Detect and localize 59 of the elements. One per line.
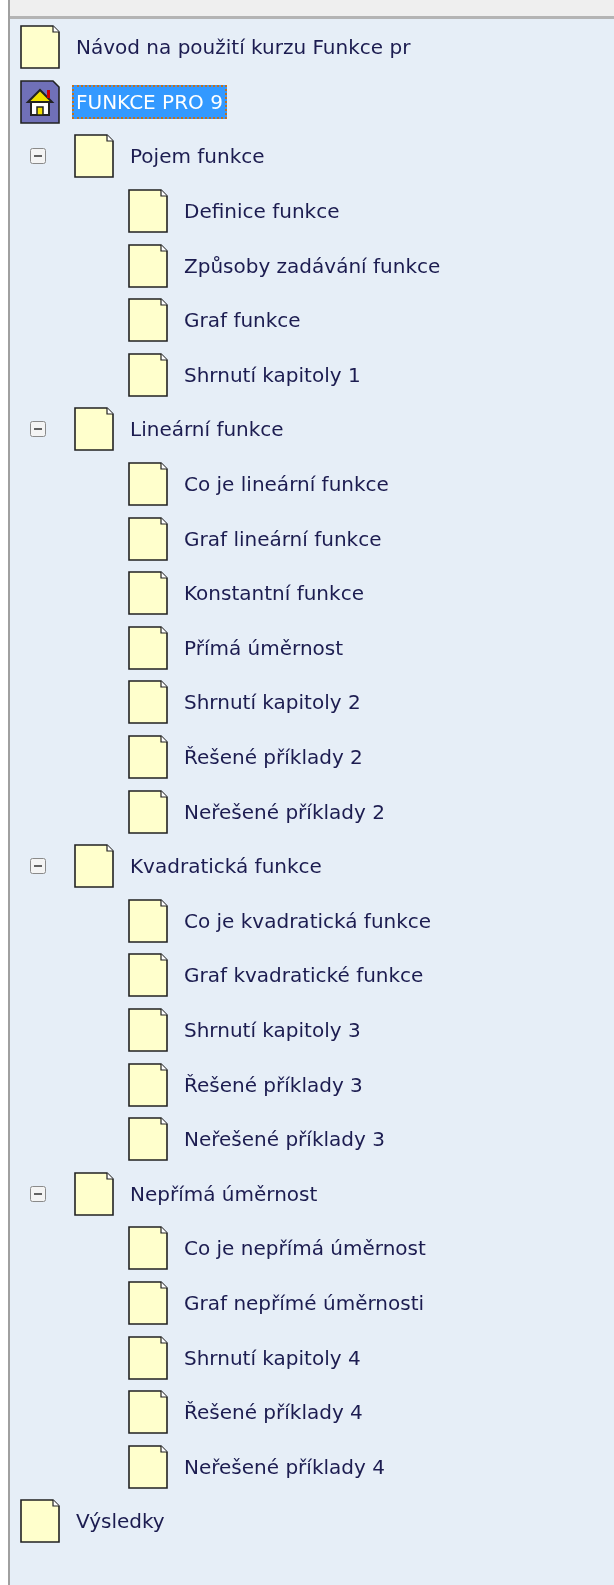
document-icon bbox=[74, 844, 114, 889]
collapse-toggle[interactable] bbox=[30, 148, 46, 165]
document-icon bbox=[128, 516, 168, 561]
tree-item[interactable]: Řešené příklady 4 bbox=[180, 1395, 367, 1430]
document-icon bbox=[128, 1117, 168, 1162]
document-icon bbox=[128, 298, 168, 343]
tree-item[interactable]: Způsoby zadávání funkce bbox=[180, 248, 445, 283]
tree-item[interactable]: Návod na použití kurzu Funkce pr bbox=[72, 30, 415, 65]
tree-item[interactable]: Pojem funkce bbox=[126, 139, 269, 174]
tree-item[interactable]: Výsledky bbox=[72, 1504, 169, 1539]
document-icon bbox=[74, 407, 114, 452]
collapse-toggle[interactable] bbox=[30, 858, 46, 875]
collapse-toggle[interactable] bbox=[30, 421, 46, 438]
tree-item[interactable]: Co je nepřímá úměrnost bbox=[180, 1231, 430, 1266]
tree-item[interactable]: Shrnutí kapitoly 1 bbox=[180, 357, 365, 392]
tree-item[interactable]: Kvadratická funkce bbox=[126, 849, 326, 884]
document-icon bbox=[20, 1499, 60, 1544]
document-icon bbox=[128, 243, 168, 288]
document-icon bbox=[128, 789, 168, 834]
tree-item[interactable]: Graf nepřímé úměrnosti bbox=[180, 1285, 429, 1320]
tree-item[interactable]: Konstantní funkce bbox=[180, 576, 368, 611]
document-icon bbox=[128, 680, 168, 725]
document-icon bbox=[128, 1008, 168, 1052]
tree-item[interactable]: Lineární funkce bbox=[126, 412, 288, 447]
document-icon bbox=[128, 189, 168, 234]
document-icon bbox=[128, 625, 168, 670]
document-icon bbox=[128, 1335, 168, 1380]
tree-item[interactable]: Přímá úměrnost bbox=[180, 630, 348, 665]
tree-item[interactable]: Shrnutí kapitoly 4 bbox=[180, 1340, 365, 1375]
document-icon bbox=[128, 953, 168, 998]
tree-item[interactable]: Co je kvadratická funkce bbox=[180, 903, 436, 938]
collapse-toggle[interactable] bbox=[30, 1185, 46, 1202]
tree-item[interactable]: Co je lineární funkce bbox=[180, 467, 393, 502]
tree-item[interactable]: Neřešené příklady 4 bbox=[180, 1449, 389, 1484]
document-icon bbox=[128, 898, 168, 943]
tree-item[interactable]: Nepřímá úměrnost bbox=[126, 1176, 322, 1211]
document-icon bbox=[128, 1444, 168, 1489]
tree-item[interactable]: Neřešené příklady 2 bbox=[180, 794, 389, 829]
document-icon bbox=[128, 571, 168, 616]
document-icon bbox=[128, 1062, 168, 1107]
tree-item[interactable]: Shrnutí kapitoly 2 bbox=[180, 685, 365, 720]
tree-item[interactable]: Řešené příklady 2 bbox=[180, 740, 367, 774]
document-icon bbox=[20, 25, 60, 70]
home-icon bbox=[20, 79, 60, 124]
tree-item[interactable]: Shrnutí kapitoly 3 bbox=[180, 1013, 365, 1047]
tree-item[interactable]: Graf kvadratické funkce bbox=[180, 958, 428, 993]
document-icon bbox=[128, 1226, 168, 1271]
document-icon bbox=[128, 1390, 168, 1435]
document-icon bbox=[128, 462, 168, 507]
document-icon bbox=[128, 1280, 168, 1325]
tree-item[interactable]: Neřešené příklady 3 bbox=[180, 1122, 389, 1157]
document-icon bbox=[74, 1171, 114, 1216]
document-icon bbox=[128, 352, 168, 397]
tree-item[interactable]: Definice funkce bbox=[180, 194, 344, 229]
tree-item[interactable]: Graf funkce bbox=[180, 303, 305, 338]
document-icon bbox=[74, 134, 114, 179]
document-icon bbox=[128, 735, 168, 779]
tree-item[interactable]: Graf lineární funkce bbox=[180, 521, 386, 556]
tree-item[interactable]: Řešené příklady 3 bbox=[180, 1067, 367, 1102]
